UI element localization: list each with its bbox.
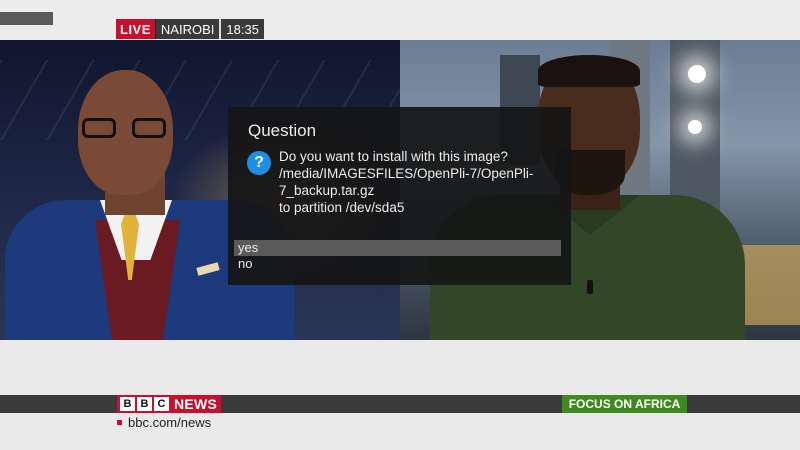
dialog-title: Question (248, 121, 317, 140)
dialog-message-line: to partition /dev/sda5 (279, 200, 405, 215)
question-icon: ? (247, 151, 271, 175)
dialog-message: Do you want to install with this image? … (279, 148, 559, 216)
programme-label: FOCUS ON AFRICA (562, 395, 687, 413)
live-label: LIVE (116, 19, 155, 39)
dialog-message-line: Do you want to install with this image? (279, 149, 508, 164)
option-no[interactable]: no (234, 256, 561, 272)
glasses-lens-right (132, 118, 166, 138)
option-yes[interactable]: yes (234, 240, 561, 256)
bbc-news-logo: B B C NEWS (117, 395, 222, 413)
logo-block: B (120, 397, 135, 411)
presenter-glasses (82, 118, 168, 138)
red-square-bullet (117, 420, 122, 425)
dialog-message-line: /media/IMAGESFILES/OpenPli-7/OpenPli- (279, 166, 534, 181)
glasses-lens-left (82, 118, 116, 138)
guest-hair (538, 55, 640, 87)
question-dialog: Question ? Do you want to install with t… (228, 107, 571, 285)
dialog-message-line: 7_backup.tar.gz (279, 183, 375, 198)
top-grey-bar (0, 12, 53, 25)
logo-news-word: NEWS (174, 396, 218, 412)
logo-block: B (137, 397, 152, 411)
logo-block: C (154, 397, 169, 411)
website-url: bbc.com/news (128, 415, 212, 430)
lapel-mic (587, 280, 593, 294)
website-caption: bbc.com/news (117, 415, 211, 430)
live-bug: LIVE NAIROBI 18:35 (116, 19, 264, 39)
location-label: NAIROBI (154, 19, 220, 39)
clock-label: 18:35 (219, 19, 264, 39)
